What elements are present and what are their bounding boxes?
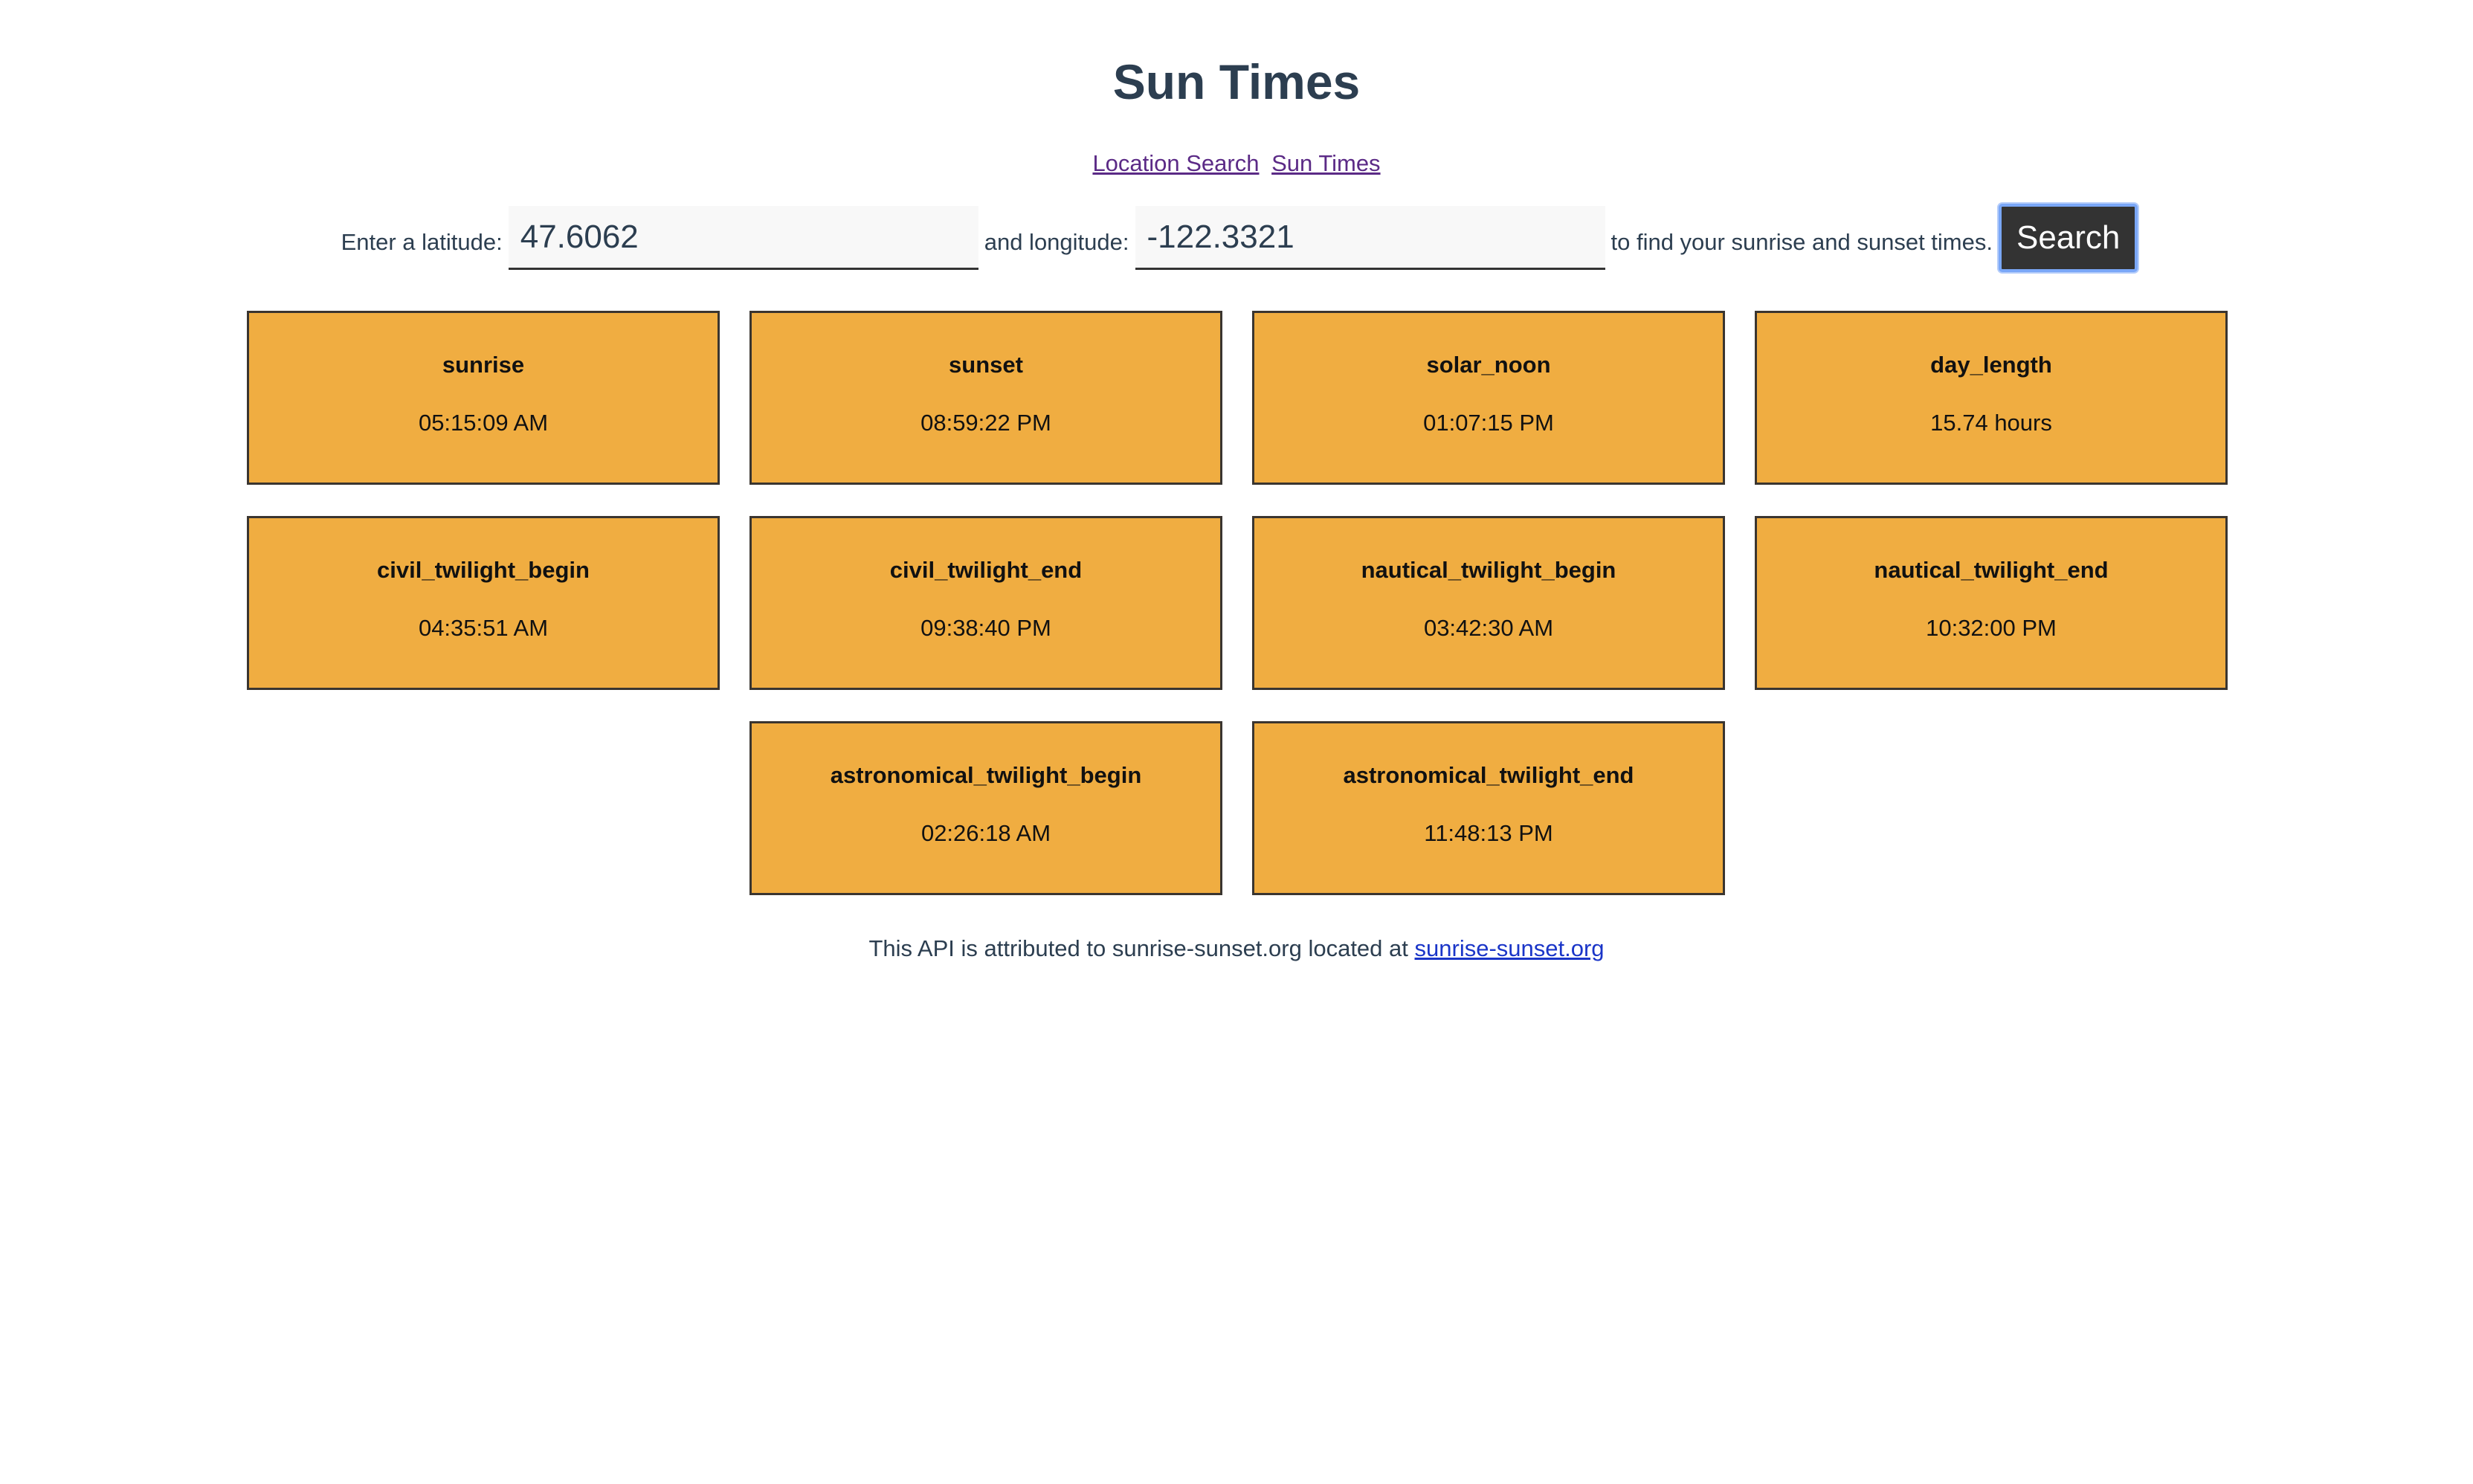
result-key: nautical_twilight_end xyxy=(1874,557,2109,583)
result-key: solar_noon xyxy=(1426,352,1551,378)
result-value: 01:07:15 PM xyxy=(1423,410,1554,436)
attribution-footer: This API is attributed to sunrise-sunset… xyxy=(0,935,2473,962)
result-value: 08:59:22 PM xyxy=(920,410,1051,436)
result-key: astronomical_twilight_end xyxy=(1343,762,1634,788)
result-value: 05:15:09 AM xyxy=(418,410,549,436)
page-title: Sun Times xyxy=(1112,54,1361,109)
result-card-civil-twilight-begin: civil_twilight_begin 04:35:51 AM xyxy=(247,516,720,690)
result-card-nautical-twilight-begin: nautical_twilight_begin 03:42:30 AM xyxy=(1252,516,1725,690)
result-card-solar-noon: solar_noon 01:07:15 PM xyxy=(1252,311,1725,485)
latitude-label: Enter a latitude: xyxy=(341,229,503,255)
result-value: 15.74 hours xyxy=(1930,410,2052,436)
longitude-label: and longitude: xyxy=(984,229,1129,255)
result-card-sunrise: sunrise 05:15:09 AM xyxy=(247,311,720,485)
attribution-link[interactable]: sunrise-sunset.org xyxy=(1415,935,1605,961)
result-key: nautical_twilight_begin xyxy=(1361,557,1616,583)
latitude-input[interactable] xyxy=(508,206,978,270)
nav-link-location-search[interactable]: Location Search xyxy=(1092,150,1259,176)
nav-link-sun-times[interactable]: Sun Times xyxy=(1271,150,1380,176)
result-value: 11:48:13 PM xyxy=(1424,820,1553,846)
longitude-input[interactable] xyxy=(1135,206,1605,270)
result-value: 10:32:00 PM xyxy=(1926,615,2057,641)
result-key: sunrise xyxy=(442,352,525,378)
search-button[interactable]: Search xyxy=(1998,204,2138,272)
result-key: civil_twilight_begin xyxy=(377,557,590,583)
result-value: 04:35:51 AM xyxy=(418,615,549,641)
result-key: civil_twilight_end xyxy=(889,557,1083,583)
result-value: 09:38:40 PM xyxy=(920,615,1051,641)
result-card-civil-twilight-end: civil_twilight_end 09:38:40 PM xyxy=(749,516,1222,690)
result-card-astronomical-twilight-begin: astronomical_twilight_begin 02:26:18 AM xyxy=(749,721,1222,895)
result-card-astronomical-twilight-end: astronomical_twilight_end 11:48:13 PM xyxy=(1252,721,1725,895)
result-value: 02:26:18 AM xyxy=(920,820,1051,846)
nav-links: Location Search Sun Times xyxy=(0,150,2473,177)
result-key: day_length xyxy=(1930,352,2052,378)
result-card-sunset: sunset 08:59:22 PM xyxy=(749,311,1222,485)
search-form: Enter a latitude: and longitude: to find… xyxy=(0,202,2473,274)
result-card-day-length: day_length 15.74 hours xyxy=(1755,311,2228,485)
result-value: 03:42:30 AM xyxy=(1423,615,1554,641)
results-grid: sunrise 05:15:09 AM sunset 08:59:22 PM s… xyxy=(247,311,2228,895)
result-key: sunset xyxy=(949,352,1023,378)
attribution-text: This API is attributed to sunrise-sunset… xyxy=(868,935,1408,961)
result-card-nautical-twilight-end: nautical_twilight_end 10:32:00 PM xyxy=(1755,516,2228,690)
result-key: astronomical_twilight_begin xyxy=(830,762,1142,788)
form-suffix-text: to find your sunrise and sunset times. xyxy=(1610,229,1993,255)
